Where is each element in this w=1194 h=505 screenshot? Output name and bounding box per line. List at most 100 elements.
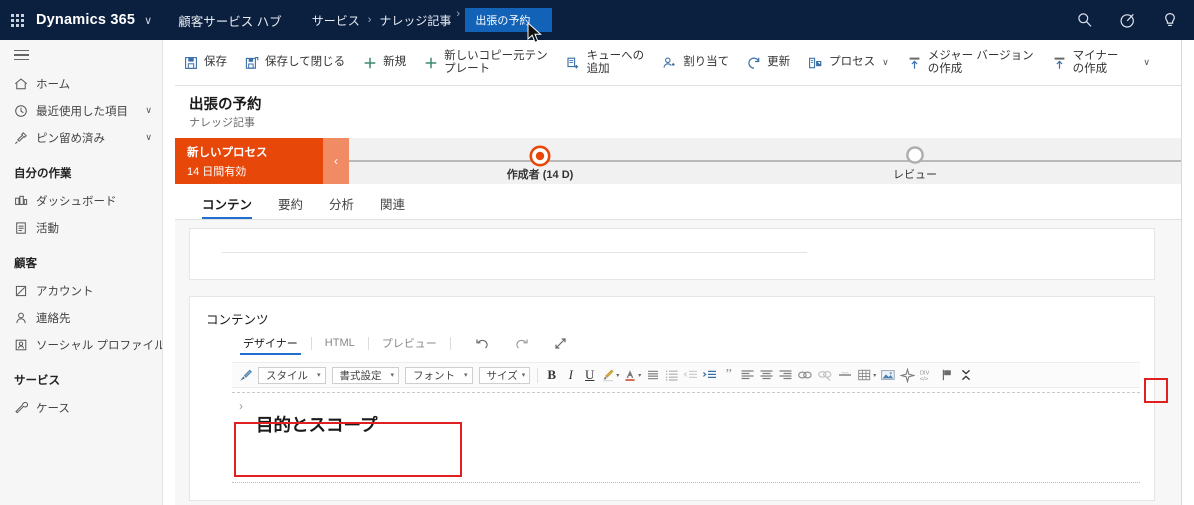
save-and-close-button[interactable]: 保存して閉じる — [236, 40, 354, 85]
align-right-icon[interactable] — [776, 364, 795, 386]
sidebar-item-social-profiles[interactable]: ソーシャル プロファイル — [0, 331, 162, 358]
lightbulb-help-icon[interactable] — [1162, 12, 1178, 29]
underline-button[interactable]: U — [580, 364, 599, 386]
insert-image-icon[interactable] — [878, 364, 898, 386]
sidebar-item-recent[interactable]: 最近使用した項目 ∨ — [0, 97, 162, 124]
new-button-label: 新規 — [383, 56, 407, 68]
app-name-label[interactable]: 顧客サービス ハブ — [178, 11, 281, 30]
business-process-flow: 新しいプロセス 14 日間有効 ‹ 作成者 (14 D) レビュー — [175, 138, 1181, 184]
align-center-icon[interactable] — [757, 364, 776, 386]
save-button[interactable]: 保存 — [175, 40, 236, 85]
chevron-down-icon: ▾ — [521, 372, 526, 379]
source-code-icon[interactable]: DIV </> — [917, 364, 937, 386]
insert-table-icon[interactable]: ▾ — [855, 364, 878, 386]
record-header: 出張の予約 ナレッジ記事 — [175, 86, 1181, 138]
top-navigation-bar: Dynamics 365 ∨ 顧客サービス ハブ サービス › ナレッジ記事 ›… — [0, 0, 1194, 40]
font-dropdown[interactable]: フォント ▾ — [405, 366, 473, 384]
brand-title: Dynamics 365 — [36, 12, 136, 28]
size-dropdown-value: サイズ — [486, 369, 518, 382]
sidebar-item-contacts[interactable]: 連絡先 — [0, 304, 162, 331]
assign-button[interactable]: 割り当て — [653, 40, 738, 85]
numbered-list-icon[interactable] — [662, 364, 681, 386]
bpf-previous-stage-button[interactable]: ‹ — [323, 138, 349, 184]
assistant-icon[interactable] — [1119, 12, 1136, 29]
sidebar-item-dashboards[interactable]: ダッシュボード — [0, 187, 162, 214]
chevron-down-icon[interactable]: ∨ — [882, 57, 889, 68]
bulleted-list-icon[interactable] — [643, 364, 662, 386]
sidebar-item-home[interactable]: ホーム — [0, 70, 162, 97]
undo-icon[interactable] — [475, 336, 490, 351]
add-to-queue-button-label: キューへの 追加 — [586, 49, 645, 75]
bold-button[interactable]: B — [542, 364, 561, 386]
editor-mode-preview[interactable]: プレビュー — [371, 335, 448, 355]
text-highlight-color-icon[interactable]: ▾ — [599, 364, 621, 386]
search-icon[interactable] — [1077, 12, 1093, 28]
bpf-stage-review[interactable]: レビュー — [790, 138, 1040, 184]
sidebar-item-label: ダッシュボード — [36, 195, 117, 208]
styles-dropdown[interactable]: スタイル ▾ — [258, 366, 326, 384]
editor-mode-designer[interactable]: デザイナー — [232, 335, 309, 355]
sidebar-item-cases[interactable]: ケース — [0, 394, 162, 421]
sidebar-item-pinned[interactable]: ピン留め済み ∨ — [0, 124, 162, 151]
rich-text-edit-area[interactable]: › 目的とスコープ — [232, 392, 1140, 500]
collapse-heading-chevron-icon[interactable]: › — [239, 399, 243, 413]
site-map-toggle-icon[interactable] — [0, 40, 162, 70]
collapse-toolbar-icon[interactable] — [956, 364, 975, 386]
editor-mode-switcher: デザイナー HTML プレビュー — [232, 335, 568, 355]
chevron-down-icon[interactable]: ∨ — [145, 105, 152, 116]
increase-indent-icon[interactable] — [700, 364, 719, 386]
command-bar-overflow-button[interactable]: ∨ — [1127, 40, 1159, 85]
tab-content[interactable]: コンテン — [189, 194, 265, 219]
add-to-queue-button[interactable]: キューへの 追加 — [557, 40, 654, 85]
sidebar-item-label: アカウント — [36, 285, 94, 298]
new-from-template-button[interactable]: 新しいコピー元テン プレート — [415, 40, 557, 85]
tab-related[interactable]: 関連 — [367, 194, 418, 219]
bpf-stage-author[interactable]: 作成者 (14 D) — [415, 138, 665, 184]
queue-icon — [566, 56, 581, 70]
breadcrumb-item-active-record[interactable]: › 出張の予約 — [456, 8, 553, 32]
sidebar-item-label: 活動 — [36, 222, 59, 235]
flag-icon[interactable] — [937, 364, 956, 386]
new-button[interactable]: 新規 — [354, 40, 415, 85]
chevron-down-icon: ▾ — [317, 372, 321, 379]
redo-icon[interactable] — [514, 336, 529, 351]
tab-analytics[interactable]: 分析 — [316, 194, 367, 219]
chevron-down-icon[interactable]: ∨ — [145, 132, 152, 143]
create-minor-version-button[interactable]: マイナー の作成 — [1043, 40, 1128, 85]
expand-diagonal-icon[interactable] — [553, 336, 568, 351]
size-dropdown[interactable]: サイズ ▾ — [478, 366, 531, 384]
italic-button[interactable]: I — [561, 364, 580, 386]
special-character-icon[interactable] — [898, 364, 917, 386]
font-color-icon[interactable]: ▾ — [621, 364, 643, 386]
decrease-indent-icon[interactable] — [681, 364, 700, 386]
horizontal-rule-icon[interactable] — [835, 364, 855, 386]
sidebar-item-accounts[interactable]: アカウント — [0, 277, 162, 304]
breadcrumb-item-knowledge-article[interactable]: ナレッジ記事 — [379, 12, 451, 29]
format-dropdown[interactable]: 書式設定 ▾ — [331, 366, 400, 384]
align-left-icon[interactable] — [738, 364, 757, 386]
breadcrumb-item-service[interactable]: サービス — [312, 12, 360, 29]
brand-chevron-down-icon[interactable]: ∨ — [144, 14, 152, 27]
plus-icon — [363, 56, 377, 70]
create-major-version-button[interactable]: メジャー バージョン の作成 — [898, 40, 1043, 85]
process-button[interactable]: プロセス ∨ — [799, 40, 898, 85]
sidebar-item-activities[interactable]: 活動 — [0, 214, 162, 241]
save-and-close-button-label: 保存して閉じる — [265, 56, 346, 68]
editor-mode-html[interactable]: HTML — [314, 337, 366, 353]
styles-dropdown-value: スタイル — [266, 369, 308, 382]
tab-summary[interactable]: 要約 — [265, 194, 316, 219]
content-heading[interactable]: 目的とスコープ — [256, 412, 377, 437]
insert-link-icon[interactable] — [795, 364, 815, 386]
app-launcher-icon[interactable] — [0, 13, 34, 27]
format-painter-icon[interactable] — [236, 364, 255, 386]
dynamics-365-window: Dynamics 365 ∨ 顧客サービス ハブ サービス › ナレッジ記事 ›… — [0, 0, 1194, 505]
blockquote-icon[interactable]: ” — [719, 364, 738, 386]
bpf-process-badge[interactable]: 新しいプロセス 14 日間有効 — [175, 138, 323, 184]
account-icon — [14, 284, 36, 298]
font-dropdown-value: フォント — [413, 369, 456, 382]
process-icon — [808, 56, 823, 70]
clock-icon — [14, 104, 36, 118]
sidebar-item-label: ソーシャル プロファイル — [36, 339, 163, 352]
refresh-button[interactable]: 更新 — [738, 40, 799, 85]
unlink-icon[interactable] — [815, 364, 835, 386]
